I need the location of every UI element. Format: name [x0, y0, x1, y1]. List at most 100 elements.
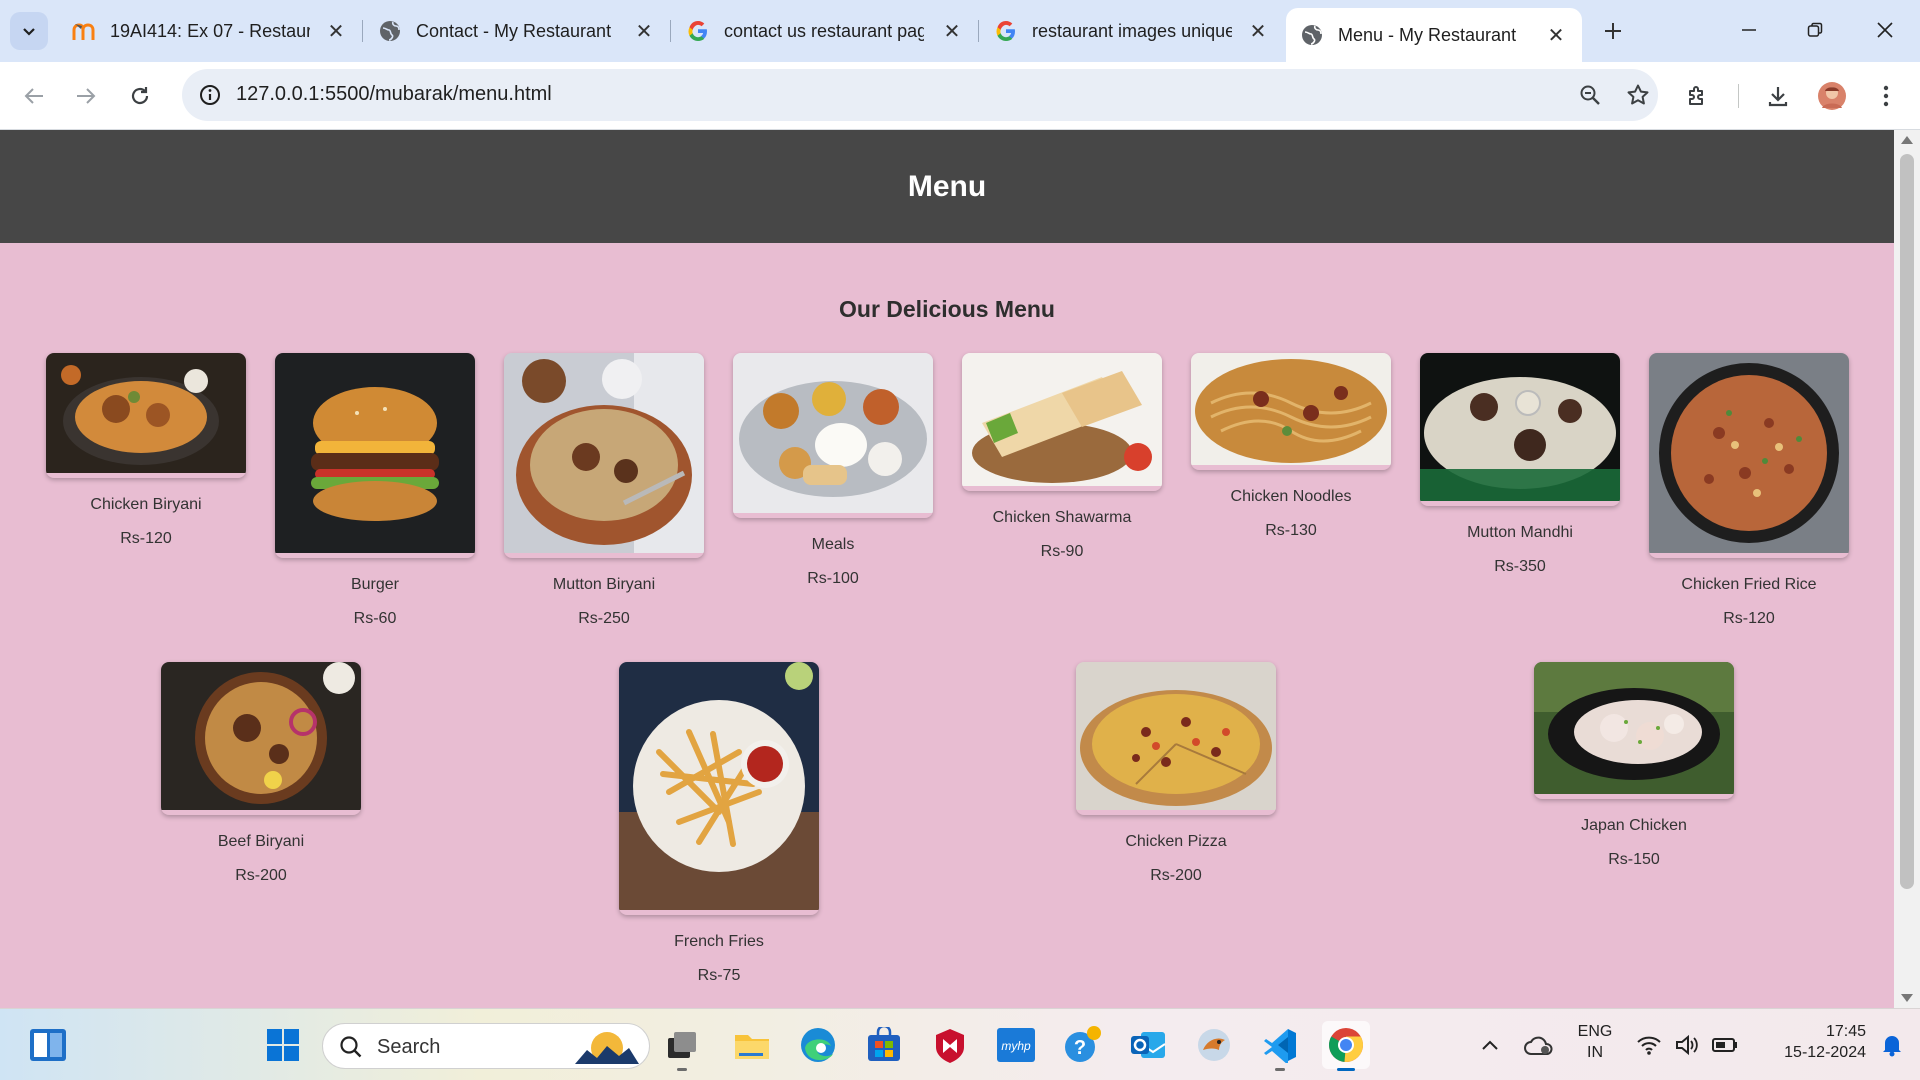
back-button[interactable]: [16, 78, 52, 114]
address-bar[interactable]: 127.0.0.1:5500/mubarak/menu.html: [182, 69, 1658, 121]
wifi-status[interactable]: [1628, 1021, 1670, 1069]
menu-item-mutton-biryani: Mutton Biryani Rs-250: [504, 353, 704, 628]
start-button[interactable]: [259, 1021, 307, 1069]
food-image: [1420, 353, 1620, 506]
download-icon: [1768, 87, 1788, 107]
clock[interactable]: 17:45 15-12-2024: [1756, 1023, 1866, 1062]
food-image: [1649, 353, 1849, 558]
item-price: Rs-350: [1494, 558, 1546, 575]
menu-item-beef-biryani: Beef Biryani Rs-200: [161, 662, 361, 885]
tab-strip: 19AI414: Ex 07 - Restaura ✕ Contact - My…: [0, 0, 1920, 62]
minimize-icon: [1742, 29, 1756, 31]
chevron-up-icon: [1482, 1040, 1498, 1050]
info-icon[interactable]: [194, 79, 226, 111]
menu-item-chicken-biryani: Chicken Biryani Rs-120: [46, 353, 246, 548]
menu-item-mutton-mandhi: Mutton Mandhi Rs-350: [1420, 353, 1620, 576]
taskbar-app-task-view[interactable]: [658, 1021, 706, 1071]
food-image: [1534, 662, 1734, 799]
plus-icon: [1605, 23, 1621, 39]
item-name: Beef Biryani: [217, 833, 305, 850]
browser-toolbar: 127.0.0.1:5500/mubarak/menu.html: [0, 62, 1920, 130]
outlook-icon: [1131, 1032, 1166, 1058]
item-price: Rs-120: [1723, 610, 1775, 627]
menu-item-meals: Meals Rs-100: [733, 353, 933, 588]
menu-item-burger: Burger Rs-60: [275, 353, 475, 628]
toolbar-divider: [1738, 84, 1739, 108]
tab-moodle[interactable]: 19AI414: Ex 07 - Restaura ✕: [58, 10, 362, 52]
language-indicator[interactable]: ENG IN: [1570, 1023, 1620, 1062]
taskbar-app-vscode[interactable]: [1256, 1021, 1304, 1071]
taskbar-app-chrome[interactable]: [1322, 1021, 1370, 1071]
puzzle-icon: [1689, 86, 1703, 105]
taskbar-app-store[interactable]: [860, 1021, 908, 1069]
taskbar-app-file-explorer[interactable]: [728, 1021, 776, 1069]
taskbar-app-bird[interactable]: [1190, 1021, 1238, 1069]
vscode-icon: [1264, 1029, 1296, 1063]
clock-time: 17:45: [1825, 1023, 1866, 1040]
taskbar-app-edge[interactable]: [794, 1021, 842, 1069]
item-name: Chicken Pizza: [1125, 833, 1227, 850]
notifications-button[interactable]: [1872, 1021, 1912, 1069]
widgets-button[interactable]: [24, 1021, 72, 1069]
forward-button[interactable]: [68, 78, 104, 114]
food-image: [733, 353, 933, 518]
item-name: Chicken Fried Rice: [1681, 576, 1817, 593]
menu-item-chicken-shawarma: Chicken Shawarma Rs-90: [962, 353, 1162, 561]
taskbar-search[interactable]: Search: [322, 1023, 650, 1069]
tab-contact[interactable]: Contact - My Restaurant ✕: [364, 10, 670, 52]
taskbar-app-myhp[interactable]: myhp: [992, 1021, 1040, 1069]
show-hidden-icons-button[interactable]: [1466, 1021, 1514, 1069]
zoom-icon[interactable]: [1574, 79, 1606, 111]
item-price: Rs-100: [807, 570, 859, 587]
close-icon[interactable]: ✕: [1544, 23, 1568, 47]
tab-google-images[interactable]: restaurant images unique ✕: [980, 10, 1284, 52]
battery-icon: [1712, 1038, 1737, 1052]
browser-menu-button[interactable]: [1868, 78, 1904, 114]
url-text[interactable]: 127.0.0.1:5500/mubarak/menu.html: [236, 83, 552, 106]
cloud-icon: [1524, 1036, 1553, 1055]
bookmark-star-icon[interactable]: [1622, 79, 1654, 111]
scroll-up-icon[interactable]: [1901, 136, 1913, 144]
minimize-button[interactable]: [1724, 10, 1774, 50]
food-image: [275, 353, 475, 558]
globe-icon: [1300, 23, 1324, 47]
close-icon[interactable]: ✕: [940, 19, 964, 43]
google-icon: [686, 19, 710, 43]
item-price: Rs-75: [697, 967, 741, 984]
section-title: Our Delicious Menu: [839, 296, 1055, 322]
close-icon[interactable]: ✕: [1246, 19, 1270, 43]
taskbar-app-help[interactable]: ?: [1058, 1021, 1106, 1069]
tab-search-button[interactable]: [10, 12, 48, 50]
item-price: Rs-150: [1608, 851, 1660, 868]
page-header: Menu: [0, 130, 1894, 243]
menu-item-chicken-fried-rice: Chicken Fried Rice Rs-120: [1649, 353, 1849, 628]
onedrive-button[interactable]: [1516, 1021, 1560, 1069]
downloads-button[interactable]: [1760, 78, 1796, 114]
item-name: Chicken Noodles: [1230, 488, 1352, 505]
close-window-button[interactable]: [1860, 10, 1910, 50]
page-scrollbar[interactable]: [1894, 130, 1920, 1008]
volume-icon: [1676, 1034, 1698, 1056]
tab-title: Contact - My Restaurant: [416, 20, 612, 41]
restore-button[interactable]: [1790, 10, 1840, 50]
taskbar-app-outlook[interactable]: [1124, 1021, 1172, 1069]
scrollbar-thumb[interactable]: [1900, 154, 1914, 889]
close-icon[interactable]: ✕: [324, 19, 348, 43]
tab-menu-active[interactable]: Menu - My Restaurant ✕: [1286, 8, 1582, 62]
volume-status[interactable]: [1666, 1021, 1708, 1069]
new-tab-button[interactable]: [1596, 14, 1630, 48]
extensions-button[interactable]: [1680, 78, 1716, 114]
chrome-icon: [1329, 1028, 1363, 1062]
profile-avatar[interactable]: [1814, 78, 1850, 114]
svg-text:?: ?: [1074, 1037, 1086, 1059]
restore-icon: [1807, 22, 1823, 37]
reload-button[interactable]: [122, 78, 158, 114]
scroll-down-icon[interactable]: [1901, 994, 1913, 1002]
tab-google-contact[interactable]: contact us restaurant pag ✕: [672, 10, 978, 52]
windows-taskbar: Search myhp ? ENG IN 17:45 15-12-2024: [0, 1008, 1920, 1080]
taskbar-app-mcafee[interactable]: [926, 1021, 974, 1069]
battery-status[interactable]: [1704, 1021, 1746, 1069]
item-price: Rs-250: [578, 610, 630, 627]
food-image: [161, 662, 361, 815]
close-icon[interactable]: ✕: [632, 19, 656, 43]
